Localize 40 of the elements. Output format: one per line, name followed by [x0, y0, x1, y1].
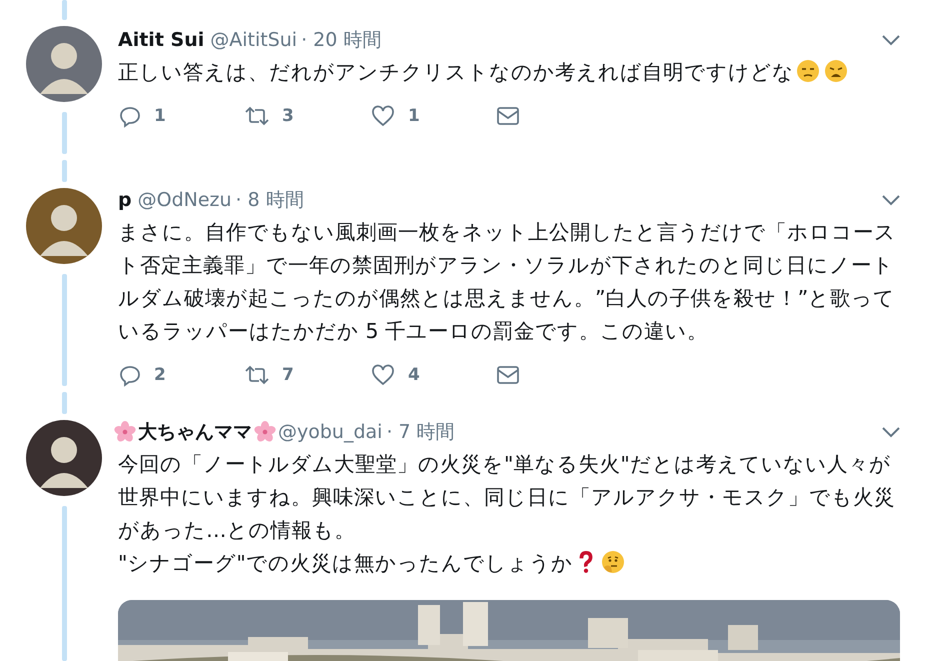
user-handle[interactable]: @OdNezu: [138, 189, 232, 211]
retweet-icon: [244, 363, 270, 387]
thread-line: [62, 112, 66, 154]
timestamp[interactable]: · 7 時間: [386, 419, 455, 445]
thread-line: [62, 0, 66, 20]
heart-icon: [370, 104, 396, 128]
caret-icon[interactable]: [881, 194, 901, 206]
emoji-icon: [796, 59, 820, 83]
avatar[interactable]: [26, 420, 102, 496]
caret-icon[interactable]: [881, 34, 901, 46]
reply-icon: [118, 104, 142, 128]
user-name[interactable]: p: [118, 189, 132, 211]
flower-icon: [254, 421, 276, 443]
user-handle[interactable]: @yobu_dai: [278, 421, 382, 443]
tweet-text: まさに。自作でもない風刺画一枚をネット上公開したと言うだけで「ホロコースト否定主義罪」で一年の禁固刑がアラン・ソラルが下されたのと同じ日にノートルダム破壊が起こったのが偶然とは思えません。”白人の子供を殺せ！”と歌っているラッパーはたかだか 5 千ユーロの罰金です。この違い。: [118, 219, 897, 345]
user-name[interactable]: Aitit Sui: [118, 29, 204, 51]
heart-icon: [370, 363, 396, 387]
emoji-icon: [824, 59, 848, 83]
envelope-icon: [496, 363, 520, 387]
retweet-icon: [244, 104, 270, 128]
user-name[interactable]: 大ちゃんママ: [138, 419, 252, 445]
like-button[interactable]: 4: [370, 363, 496, 387]
tweet-text: 正しい答えは、だれがアンチクリストなのか考えれば自明ですけどな: [118, 56, 899, 89]
tweet-text: 今回の「ノートルダム大聖堂」の火災を"単なる失火"だとは考えていない人々が世界中にいますね。興味深いことに、同じ日に「アルアクサ・モスク」でも火災があった…との情報も。 "シナゴーグ"での火災は無かったんでしょうか: [118, 451, 896, 577]
timestamp[interactable]: · 20 時間: [301, 27, 382, 53]
thread-line: [62, 392, 66, 414]
caret-icon[interactable]: [881, 426, 901, 438]
avatar[interactable]: [26, 188, 102, 264]
retweet-button[interactable]: 7: [244, 363, 370, 387]
reply-icon: [118, 363, 142, 387]
retweet-button[interactable]: 3: [244, 104, 370, 128]
reply-button[interactable]: 2: [118, 363, 244, 387]
user-handle[interactable]: @AititSui: [210, 29, 298, 51]
reply-button[interactable]: 1: [118, 104, 244, 128]
like-button[interactable]: 1: [370, 104, 496, 128]
thinking-face-icon: [600, 550, 625, 574]
timestamp[interactable]: · 8 時間: [236, 187, 304, 213]
thread-line: [62, 160, 66, 182]
flower-icon: [114, 421, 136, 443]
envelope-icon: [496, 104, 520, 128]
